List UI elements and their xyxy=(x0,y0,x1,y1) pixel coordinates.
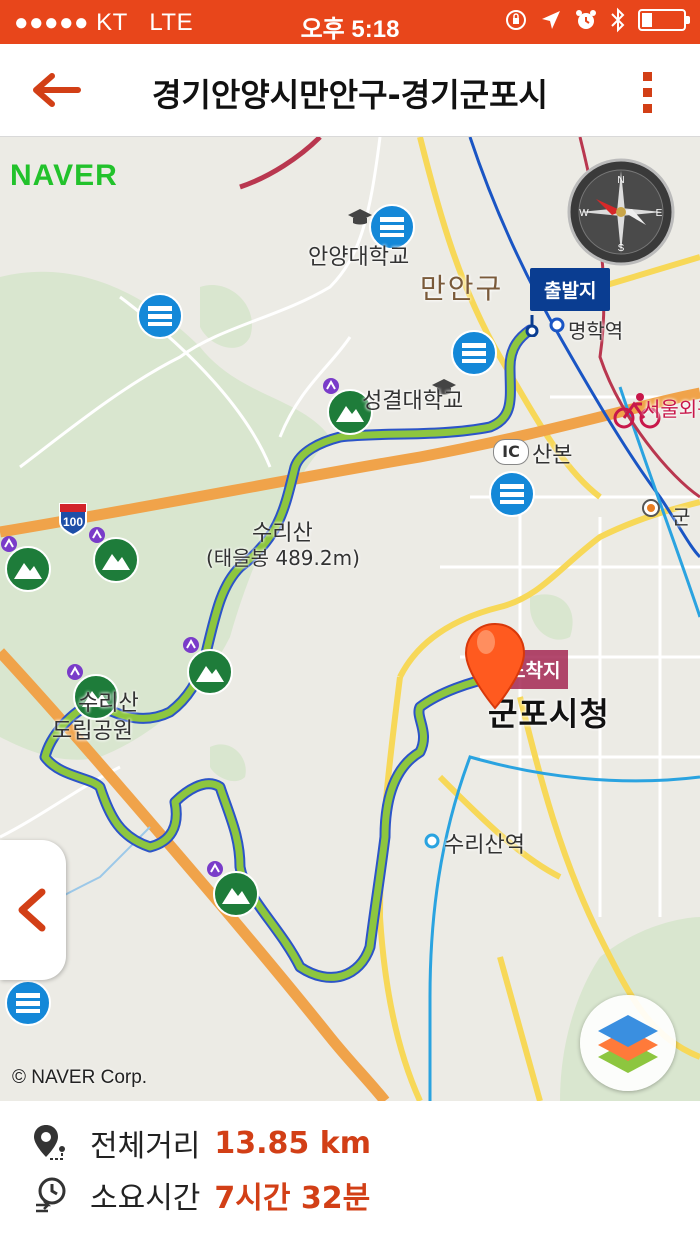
status-bar: ●●●●● KT LTE 오후 5:18 xyxy=(0,0,700,44)
peak-icon xyxy=(323,378,339,394)
time-value: 7시간 32분 xyxy=(214,1181,371,1216)
peak-icon xyxy=(89,527,105,543)
compass-icon[interactable]: N S W E xyxy=(566,157,676,267)
back-button[interactable] xyxy=(28,68,84,112)
distance-row: 전체거리 13.85 km xyxy=(32,1121,371,1165)
map-copyright: © NAVER Corp. xyxy=(12,1067,148,1088)
more-menu-button[interactable] xyxy=(638,70,658,114)
label-dorip-park-2: 도립공원 xyxy=(52,719,133,744)
label-surisan-station: 수리산역 xyxy=(444,833,525,858)
label-anyang-univ: 안양대학교 xyxy=(308,245,410,270)
bus-icon[interactable] xyxy=(136,292,184,340)
start-flag[interactable]: 출발지 xyxy=(530,268,611,311)
map-view[interactable]: 100 IC 안양대학교 만안구 명학역 성결대학교 산본 수리산 (태을봉 4… xyxy=(0,137,700,1101)
highway-number: 100 xyxy=(62,515,84,529)
layers-icon xyxy=(598,1015,658,1073)
subway-station-icon xyxy=(549,317,565,333)
app-header: 경기안양시만안구-경기군포시 xyxy=(0,44,700,137)
route-summary: 전체거리 13.85 km 소요시간 7시간 32분 xyxy=(0,1101,700,1244)
svg-text:E: E xyxy=(656,208,663,219)
label-gun: 군 xyxy=(672,505,691,529)
bus-icon[interactable] xyxy=(450,329,498,377)
label-seoul-outer: 서울외곽 xyxy=(642,397,700,421)
alarm-icon xyxy=(576,10,596,29)
bus-icon[interactable] xyxy=(488,470,536,518)
highway-shield: 100 xyxy=(58,500,88,536)
school-icon xyxy=(348,209,372,225)
svg-text:N: N xyxy=(617,175,624,186)
location-arrow-icon xyxy=(542,11,560,29)
label-sanbon: 산본 xyxy=(532,443,573,468)
status-icons xyxy=(504,7,690,33)
peak-icon xyxy=(207,861,223,877)
time-row: 소요시간 7시간 32분 xyxy=(32,1173,370,1217)
side-panel-toggle[interactable] xyxy=(0,840,66,980)
label-sungkyul: 성결대학교 xyxy=(362,389,464,414)
bluetooth-icon xyxy=(611,7,625,33)
back-arrow-icon xyxy=(33,73,81,107)
label-myeonghak: 명학역 xyxy=(568,319,624,343)
peak-icon xyxy=(1,536,17,552)
ic-badge: IC xyxy=(493,439,529,465)
peak-icon xyxy=(67,664,83,680)
page-title: 경기안양시만안구-경기군포시 xyxy=(151,76,548,114)
start-pin-icon xyxy=(525,315,539,337)
label-manangu: 만안구 xyxy=(420,272,504,305)
distance-label: 전체거리 xyxy=(90,1129,201,1164)
distance-value: 13.85 km xyxy=(214,1125,371,1161)
route-pin-icon xyxy=(34,1125,65,1160)
layers-button[interactable] xyxy=(580,995,676,1091)
svg-text:W: W xyxy=(579,208,589,219)
bus-icon[interactable] xyxy=(4,979,52,1027)
time-label: 소요시간 xyxy=(90,1181,201,1216)
more-vert-icon xyxy=(643,72,652,113)
subway-station-icon xyxy=(424,833,440,849)
chevron-left-icon xyxy=(18,888,46,932)
peak-icon xyxy=(183,637,199,653)
rotation-lock-icon xyxy=(506,10,526,30)
naver-logo: NAVER xyxy=(10,159,118,192)
battery-icon xyxy=(638,9,690,31)
subway-station-icon xyxy=(642,499,660,517)
clock-icon xyxy=(36,1177,66,1213)
svg-text:S: S xyxy=(618,243,625,254)
mountain-icon[interactable] xyxy=(186,648,234,696)
label-surisan-height: (태을봉 489.2m) xyxy=(206,546,360,570)
location-pin-icon[interactable] xyxy=(464,622,526,710)
